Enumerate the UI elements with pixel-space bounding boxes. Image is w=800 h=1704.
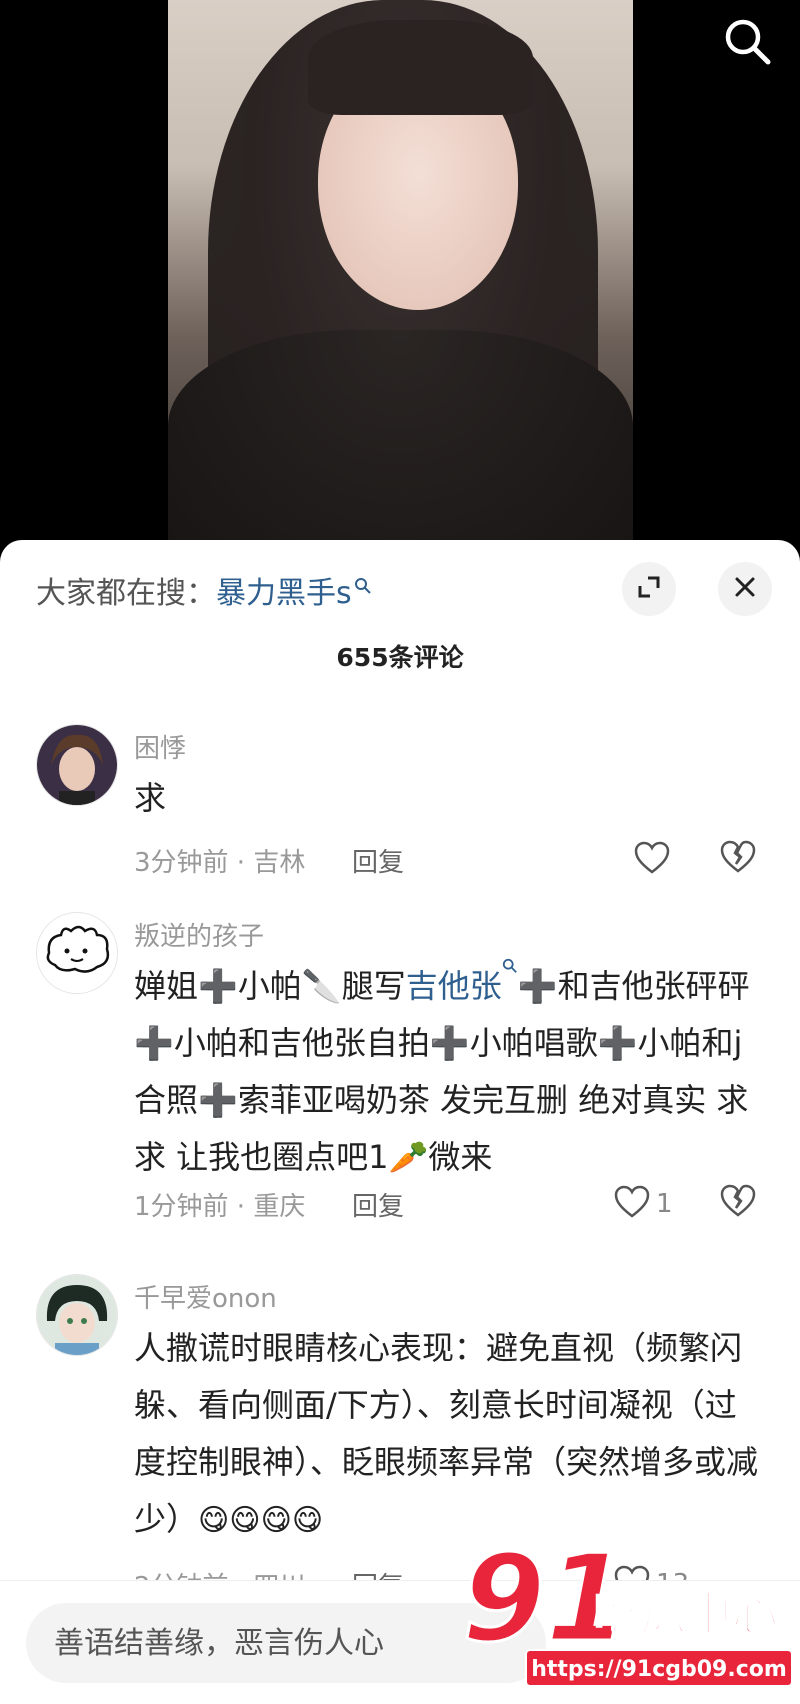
heart-icon (634, 841, 670, 879)
like-count: 1 (656, 1189, 673, 1219)
comment-text: 婵姐➕小帕🔪腿写吉他张 ➕和吉他张砰砰➕小帕和吉他张自拍➕小帕唱歌➕小帕和j合照➕… (134, 958, 764, 1186)
comment-text-part: 婵姐➕小帕🔪腿写 (134, 967, 406, 1005)
comment-username[interactable]: 困悸 (134, 728, 186, 765)
dislike-button[interactable] (720, 1184, 760, 1224)
comment-item: 困悸 求 3分钟前 · 吉林 回复 (0, 724, 800, 878)
video-subject-bangs (308, 20, 533, 115)
expand-icon (636, 574, 662, 604)
reply-button[interactable]: 回复 (352, 1186, 404, 1223)
app-screen: 大家都在搜：暴力黑手s 655条评论 困悸 求 3分钟前 · 吉林 回复 叛逆的… (0, 0, 800, 1704)
comment-username[interactable]: 千早爱onon (134, 1278, 277, 1315)
close-icon (733, 575, 757, 603)
trending-term[interactable]: 暴力黑手s (216, 576, 352, 611)
broken-heart-icon (720, 840, 756, 878)
avatar[interactable] (36, 912, 118, 994)
heart-icon (614, 1185, 650, 1223)
comment-meta: 1分钟前 · 重庆 (134, 1192, 306, 1222)
comment-item: 叛逆的孩子 婵姐➕小帕🔪腿写吉他张 ➕和吉他张砰砰➕小帕和吉他张自拍➕小帕唱歌➕小… (0, 912, 800, 1222)
video-player[interactable] (0, 0, 800, 560)
like-button[interactable]: 1 (614, 1184, 673, 1224)
broken-heart-icon (720, 1184, 756, 1222)
emoji-group: 😋😋😋😋 (198, 1503, 324, 1538)
avatar[interactable] (36, 724, 118, 806)
search-small-icon (354, 568, 372, 603)
comment-text: 求 (134, 779, 167, 817)
search-icon[interactable] (722, 16, 774, 68)
watermark-url: https://91cgb09.com (531, 1657, 787, 1682)
comment-sheet: 大家都在搜：暴力黑手s 655条评论 困悸 求 3分钟前 · 吉林 回复 叛逆的… (0, 540, 800, 1704)
comment-count: 655条评论 (336, 643, 464, 672)
comment-meta: 3分钟前 · 吉林 (134, 848, 306, 878)
comment-username[interactable]: 叛逆的孩子 (134, 916, 264, 953)
search-small-icon (502, 958, 518, 1005)
like-button[interactable] (634, 840, 676, 880)
watermark-logo: 91 吃瓜中心 https://91cgb09.com (461, 1529, 800, 1692)
video-frame (168, 0, 633, 560)
comment-search-link[interactable]: 吉他张 (406, 967, 502, 1005)
watermark-brand: 吃瓜中心 (594, 1587, 778, 1641)
close-button[interactable] (718, 562, 772, 616)
dislike-button[interactable] (720, 840, 760, 880)
expand-button[interactable] (622, 562, 676, 616)
video-subject-body (168, 330, 633, 560)
sheet-header: 大家都在搜：暴力黑手s (0, 540, 800, 640)
avatar[interactable] (36, 1274, 118, 1356)
reply-button[interactable]: 回复 (352, 842, 404, 879)
trending-search[interactable]: 大家都在搜：暴力黑手s (36, 568, 372, 612)
comment-text: 人撒谎时眼睛核心表现：避免直视（频繁闪躲、看向侧面/下方）、刻意长时间凝视（过度… (134, 1320, 764, 1549)
trending-prefix: 大家都在搜： (36, 576, 216, 611)
